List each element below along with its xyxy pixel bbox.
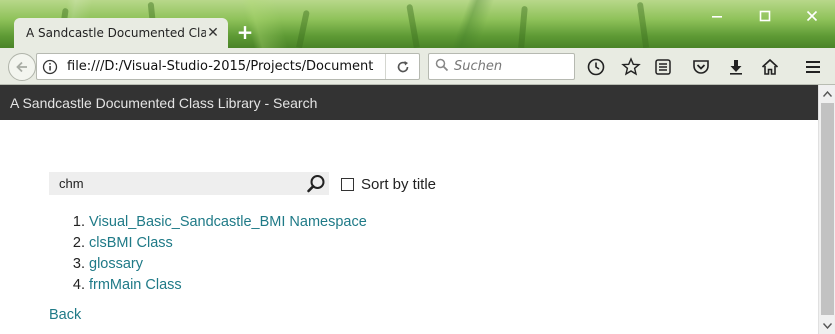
- info-icon[interactable]: [37, 54, 63, 79]
- reader-list-icon[interactable]: [652, 56, 674, 78]
- search-icon: [435, 57, 449, 76]
- page-header: A Sandcastle Documented Class Library - …: [0, 85, 818, 120]
- url-bar[interactable]: file:///D:/Visual-Studio-2015/Projects/D…: [36, 53, 420, 80]
- pocket-icon[interactable]: [690, 56, 712, 78]
- history-icon[interactable]: [585, 56, 607, 78]
- result-link[interactable]: clsBMI Class: [89, 235, 173, 251]
- page-title: A Sandcastle Documented Class Library - …: [10, 94, 318, 111]
- menu-icon[interactable]: [802, 56, 824, 78]
- sort-by-title-checkbox[interactable]: Sort by title: [341, 173, 436, 195]
- list-item: frmMain Class: [89, 275, 367, 296]
- scroll-down-icon[interactable]: [819, 317, 835, 334]
- home-icon[interactable]: [759, 56, 781, 78]
- browser-tab[interactable]: A Sandcastle Documented Cla... ✕: [14, 18, 228, 48]
- window-close-icon[interactable]: [797, 6, 827, 26]
- bookmark-star-icon[interactable]: [620, 56, 642, 78]
- search-query[interactable]: chm: [59, 176, 303, 191]
- result-list: Visual_Basic_Sandcastle_BMI Namespace cl…: [89, 212, 367, 296]
- list-item: clsBMI Class: [89, 233, 367, 254]
- url-text[interactable]: file:///D:/Visual-Studio-2015/Projects/D…: [63, 59, 385, 74]
- search-bar[interactable]: Suchen: [428, 53, 575, 80]
- close-tab-icon[interactable]: ✕: [206, 26, 220, 40]
- search-input[interactable]: chm: [49, 172, 329, 195]
- new-tab-icon[interactable]: +: [236, 22, 254, 42]
- scroll-up-icon[interactable]: [819, 85, 835, 102]
- back-arrow-icon[interactable]: [8, 53, 36, 81]
- browser-toolbar: file:///D:/Visual-Studio-2015/Projects/D…: [0, 48, 835, 85]
- maximize-icon[interactable]: [750, 6, 780, 26]
- search-placeholder: Suchen: [454, 59, 503, 74]
- sort-label: Sort by title: [361, 175, 437, 193]
- result-link[interactable]: glossary: [89, 256, 143, 272]
- page-content: chm Sort by title Visual_Basic_Sandcastl…: [0, 120, 818, 334]
- scrollbar-thumb[interactable]: [821, 103, 834, 315]
- magnifier-icon[interactable]: [303, 172, 329, 195]
- back-link[interactable]: Back: [49, 307, 81, 323]
- list-item: Visual_Basic_Sandcastle_BMI Namespace: [89, 212, 367, 233]
- vertical-scrollbar[interactable]: [818, 85, 835, 334]
- window-titlebar: A Sandcastle Documented Cla... ✕ +: [0, 0, 835, 49]
- checkbox-box[interactable]: [341, 177, 354, 191]
- list-item: glossary: [89, 254, 367, 275]
- download-icon[interactable]: [725, 56, 747, 78]
- result-link[interactable]: frmMain Class: [89, 277, 182, 293]
- tab-title: A Sandcastle Documented Cla...: [26, 26, 206, 40]
- reload-icon[interactable]: [385, 54, 419, 79]
- result-link[interactable]: Visual_Basic_Sandcastle_BMI Namespace: [89, 214, 367, 230]
- minimize-icon[interactable]: [702, 6, 732, 26]
